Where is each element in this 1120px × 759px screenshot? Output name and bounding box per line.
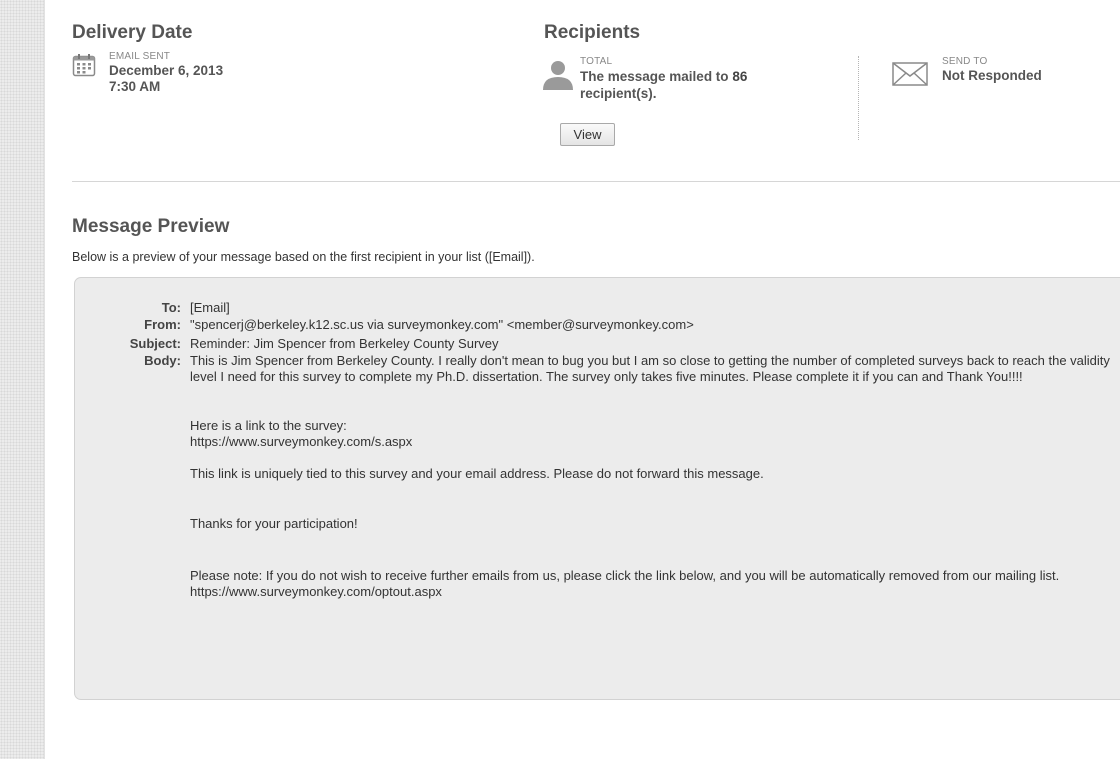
survey-link[interactable]: https://www.surveymonkey.com/s.aspx — [190, 434, 1115, 450]
left-sidebar-strip — [0, 0, 45, 759]
delivery-date-heading: Delivery Date — [72, 22, 193, 43]
section-divider — [72, 181, 1120, 182]
send-to-value: Not Responded — [942, 68, 1042, 83]
body-paragraph-3: This link is uniquely tied to this surve… — [190, 466, 764, 481]
survey-link-intro: Here is a link to the survey: — [190, 418, 347, 433]
recipients-section: Recipients TOTAL The message mailed to 8… — [543, 22, 1120, 146]
to-value: [Email] — [190, 300, 230, 315]
recipients-heading: Recipients — [544, 22, 641, 43]
body-paragraph-1: This is Jim Spencer from Berkeley County… — [190, 353, 1110, 384]
total-text: TOTAL The message mailed to 86 recipient… — [580, 56, 820, 102]
envelope-icon — [892, 62, 928, 91]
email-sent-date: December 6, 2013 — [109, 63, 224, 78]
message-preview-heading: Message Preview — [72, 216, 230, 237]
send-to-text: SEND TO Not Responded — [942, 56, 1120, 84]
email-sent-time: 7:30 AM — [109, 79, 161, 94]
recipient-count: 86 — [732, 69, 748, 84]
to-label: To: — [161, 300, 181, 315]
message-preview-description: Below is a preview of your message based… — [72, 250, 535, 264]
body-label: Body: — [144, 353, 181, 368]
send-to-block: SEND TO Not Responded — [892, 56, 1120, 86]
subject-value: Reminder: Jim Spencer from Berkeley Coun… — [190, 336, 499, 351]
email-sent-row: EMAIL SENT December 6, 2013 7:30 AM — [72, 51, 492, 95]
subject-label: Subject: — [129, 336, 181, 351]
total-message-prefix: The message mailed to — [580, 69, 733, 84]
email-sent-text: EMAIL SENT December 6, 2013 7:30 AM — [109, 51, 492, 95]
from-label: From: — [144, 317, 181, 332]
from-value: "spencerj@berkeley.k12.sc.us via surveym… — [190, 317, 694, 332]
total-message: The message mailed to 86 recipient(s). — [580, 68, 820, 102]
page: Delivery Date EMAIL SENT December 6, 201… — [0, 0, 1120, 759]
total-message-suffix: recipient(s). — [580, 86, 657, 101]
body-paragraph-2: Here is a link to the survey: https://ww… — [190, 418, 1115, 450]
body-paragraph-5: Please note: If you do not wish to recei… — [190, 568, 1115, 600]
optout-note: Please note: If you do not wish to recei… — [190, 568, 1060, 583]
delivery-date-section: Delivery Date EMAIL SENT December 6, 201… — [72, 22, 492, 95]
total-label: TOTAL — [580, 56, 613, 67]
view-recipients-button[interactable]: View — [560, 123, 615, 146]
body-paragraph-4: Thanks for your participation! — [190, 516, 358, 531]
email-sent-label: EMAIL SENT — [109, 51, 171, 62]
optout-link[interactable]: https://www.surveymonkey.com/optout.aspx — [190, 584, 1115, 600]
column-divider — [858, 56, 859, 140]
total-recipients-block: TOTAL The message mailed to 86 recipient… — [543, 56, 820, 102]
send-to-label: SEND TO — [942, 56, 988, 67]
calendar-icon — [72, 53, 96, 82]
message-preview-box: To: [Email] From: "spencerj@berkeley.k12… — [74, 277, 1120, 700]
